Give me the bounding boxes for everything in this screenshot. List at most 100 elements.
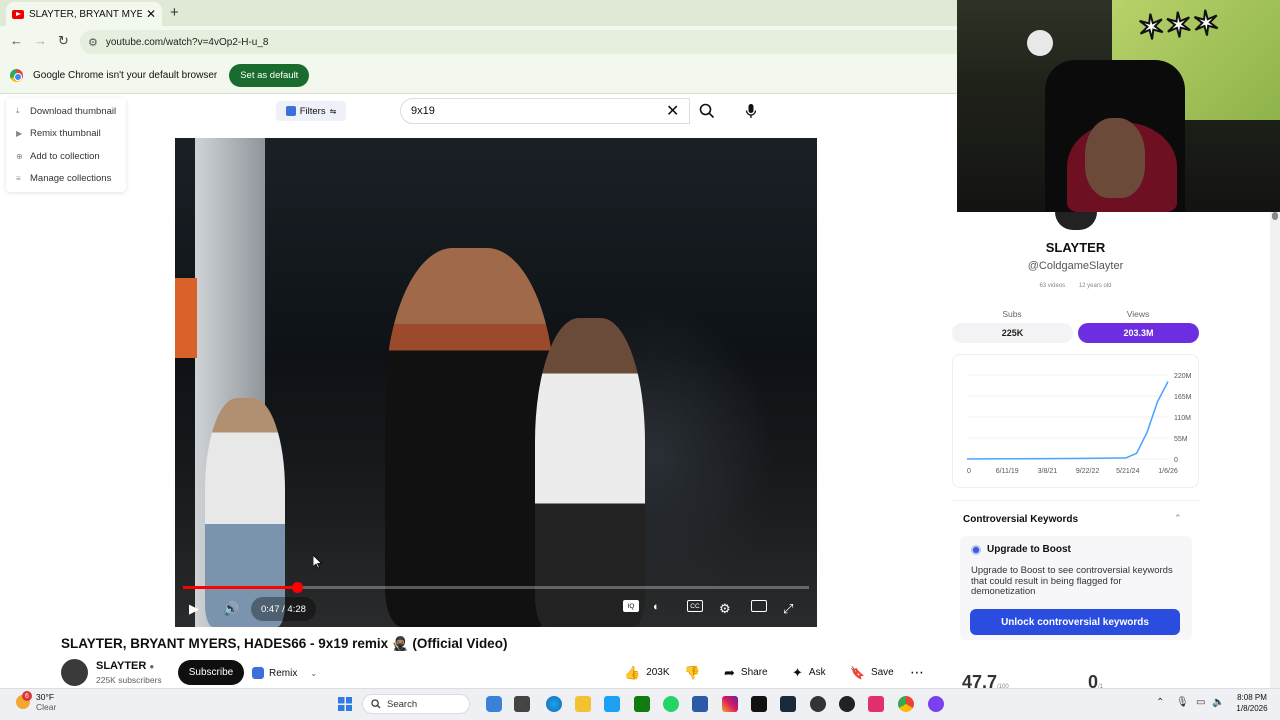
collections-icon: ≡ bbox=[16, 174, 21, 184]
discord-icon[interactable] bbox=[928, 696, 944, 712]
network-icon[interactable]: ▭ bbox=[1196, 697, 1205, 708]
scene-person-center bbox=[385, 248, 555, 627]
windows-start-icon[interactable] bbox=[338, 697, 352, 711]
dislike-button[interactable]: 👎 bbox=[684, 660, 700, 685]
instagram-icon[interactable] bbox=[722, 696, 738, 712]
menu-item-add-to-collection[interactable]: ⊕ Add to collection bbox=[6, 145, 126, 168]
captions-icon[interactable]: CC bbox=[687, 600, 703, 612]
menu-item-remix-thumbnail[interactable]: ▶ Remix thumbnail bbox=[6, 123, 126, 146]
store-icon[interactable] bbox=[692, 696, 708, 712]
site-info-icon[interactable]: ⚙ bbox=[88, 36, 98, 49]
voice-search-button[interactable] bbox=[738, 98, 764, 124]
menu-item-label: Remix thumbnail bbox=[30, 128, 101, 140]
progress-bar[interactable] bbox=[183, 582, 809, 593]
tray-chevron-up-icon[interactable]: ⌃ bbox=[1156, 697, 1164, 708]
chart-x-tick-label: 5/21/24 bbox=[1116, 468, 1139, 475]
channel-age: 12 years old bbox=[1078, 283, 1112, 289]
unlock-keywords-button[interactable]: Unlock controversial keywords bbox=[970, 609, 1180, 635]
chart-y-tick-label: 165M bbox=[1174, 394, 1192, 401]
volume-icon[interactable]: 🔊 bbox=[223, 601, 239, 617]
app-icon[interactable] bbox=[839, 696, 855, 712]
tiktok-icon[interactable] bbox=[751, 696, 767, 712]
chevron-up-icon[interactable]: ⌃ bbox=[1174, 513, 1182, 524]
save-button[interactable]: 🔖 Save bbox=[850, 660, 894, 685]
vidiq-player-icon[interactable]: IQ bbox=[623, 600, 639, 612]
settings-gear-icon[interactable]: ⚙ bbox=[719, 601, 731, 617]
subs-tab[interactable]: 225K bbox=[952, 323, 1073, 343]
address-bar[interactable]: ⚙ youtube.com/watch?v=4vOp2-H-u_8 bbox=[80, 30, 960, 54]
subscriber-count: 225K subscribers bbox=[96, 675, 162, 685]
panel-scrollbar-thumb[interactable] bbox=[1272, 212, 1278, 220]
panel-scrollbar[interactable] bbox=[1270, 212, 1280, 688]
channel-avatar[interactable] bbox=[61, 659, 88, 686]
speaker-icon[interactable]: 🔈 bbox=[1212, 697, 1224, 708]
obs-icon[interactable] bbox=[810, 696, 826, 712]
more-actions-icon[interactable]: ⋯ bbox=[910, 660, 924, 685]
fullscreen-icon[interactable]: ⤢ bbox=[783, 601, 793, 617]
video-player[interactable]: ▶ 🔊 0:47 / 4:28 IQ ◐ CC ⚙ ⤢ bbox=[175, 138, 817, 627]
subs-label: Subs bbox=[1002, 309, 1022, 319]
edge-icon[interactable] bbox=[546, 696, 562, 712]
remix-button[interactable]: Remix ⌄ bbox=[252, 662, 317, 684]
whatsapp-icon[interactable] bbox=[663, 696, 679, 712]
browser-toolbar: ← → ↻ ⚙ youtube.com/watch?v=4vOp2-H-u_8 bbox=[0, 26, 960, 58]
ask-button[interactable]: ✦ Ask bbox=[792, 660, 826, 685]
progress-scrubber[interactable] bbox=[291, 582, 303, 593]
channel-name-text: SLAYTER bbox=[96, 660, 147, 672]
taskbar-search-label: Search bbox=[387, 698, 418, 710]
like-button[interactable]: 👍 203K bbox=[624, 660, 670, 685]
taskbar-search[interactable]: Search bbox=[362, 694, 470, 714]
menu-item-label: Add to collection bbox=[30, 150, 100, 162]
new-tab-icon[interactable]: + bbox=[170, 4, 179, 21]
play-icon[interactable]: ▶ bbox=[189, 601, 199, 617]
boost-title: Upgrade to Boost bbox=[987, 544, 1071, 555]
clear-search-icon[interactable]: ✕ bbox=[666, 101, 679, 121]
verified-icon: ● bbox=[149, 662, 155, 671]
steam-icon[interactable] bbox=[780, 696, 796, 712]
onedrive-icon[interactable] bbox=[486, 696, 502, 712]
share-button[interactable]: ➦ Share bbox=[724, 660, 768, 685]
search-button[interactable] bbox=[690, 98, 724, 124]
views-label: Views bbox=[1126, 309, 1150, 319]
autoplay-toggle-icon[interactable]: ◐ bbox=[653, 601, 660, 613]
weather-widget[interactable]: 6 30°F Clear bbox=[16, 691, 56, 712]
search-icon bbox=[699, 103, 715, 119]
download-icon: ⤓ bbox=[16, 106, 20, 116]
thumbs-down-icon: 👎 bbox=[684, 664, 701, 680]
search-input[interactable]: 9x19 bbox=[400, 98, 690, 124]
set-default-button[interactable]: Set as default bbox=[229, 64, 310, 87]
xbox-icon[interactable] bbox=[634, 696, 650, 712]
browser-tab[interactable]: SLAYTER, BRYANT MYERS, HADES66 - 9x19 re… bbox=[6, 2, 162, 26]
back-icon[interactable]: ← bbox=[10, 33, 23, 48]
filters-button[interactable]: Filters ⇋ bbox=[276, 101, 346, 121]
chevron-down-icon[interactable]: ⌄ bbox=[310, 669, 317, 678]
taskbar-clock[interactable]: 8:08 PM 1/8/2026 bbox=[1228, 692, 1276, 714]
twitter-icon[interactable] bbox=[604, 696, 620, 712]
menu-item-download-thumbnail[interactable]: ⤓ Download thumbnail bbox=[6, 100, 126, 123]
panel-channel-meta: 63 videos 12 years old bbox=[952, 283, 1199, 289]
microphone-tray-icon[interactable]: 🎙 bbox=[1176, 697, 1189, 708]
theater-mode-icon[interactable] bbox=[751, 600, 767, 612]
menu-item-manage-collections[interactable]: ≡ Manage collections bbox=[6, 168, 126, 191]
capcut-icon[interactable] bbox=[868, 696, 884, 712]
chrome-logo-icon bbox=[10, 69, 23, 82]
reload-icon[interactable]: ↻ bbox=[58, 33, 69, 49]
file-explorer-icon[interactable] bbox=[575, 696, 591, 712]
views-tab[interactable]: 203.3M bbox=[1078, 323, 1199, 343]
task-view-icon[interactable] bbox=[514, 696, 530, 712]
channel-name[interactable]: SLAYTER ● bbox=[96, 660, 154, 672]
chart-x-tick-label: 0 bbox=[967, 468, 971, 475]
subscribe-button[interactable]: Subscribe bbox=[178, 660, 244, 685]
bookmark-icon: 🔖 bbox=[850, 665, 865, 680]
thumbs-up-icon: 👍 bbox=[624, 664, 641, 680]
views-line-chart: 220M 165M 110M 55M 0 0 6/11/19 3/8/21 9/22/22 5/2… bbox=[966, 373, 1192, 475]
chrome-taskbar-icon[interactable] bbox=[898, 696, 914, 712]
webcam-overlay: ✶✶✶ bbox=[957, 0, 1280, 212]
chart-series-line bbox=[966, 381, 1169, 460]
filters-label: Filters bbox=[299, 105, 326, 117]
close-tab-icon[interactable]: ✕ bbox=[146, 7, 156, 21]
menu-item-label: Manage collections bbox=[30, 173, 112, 185]
save-label: Save bbox=[870, 667, 894, 678]
forward-icon[interactable]: → bbox=[34, 33, 47, 48]
mouse-cursor-icon bbox=[313, 555, 322, 569]
